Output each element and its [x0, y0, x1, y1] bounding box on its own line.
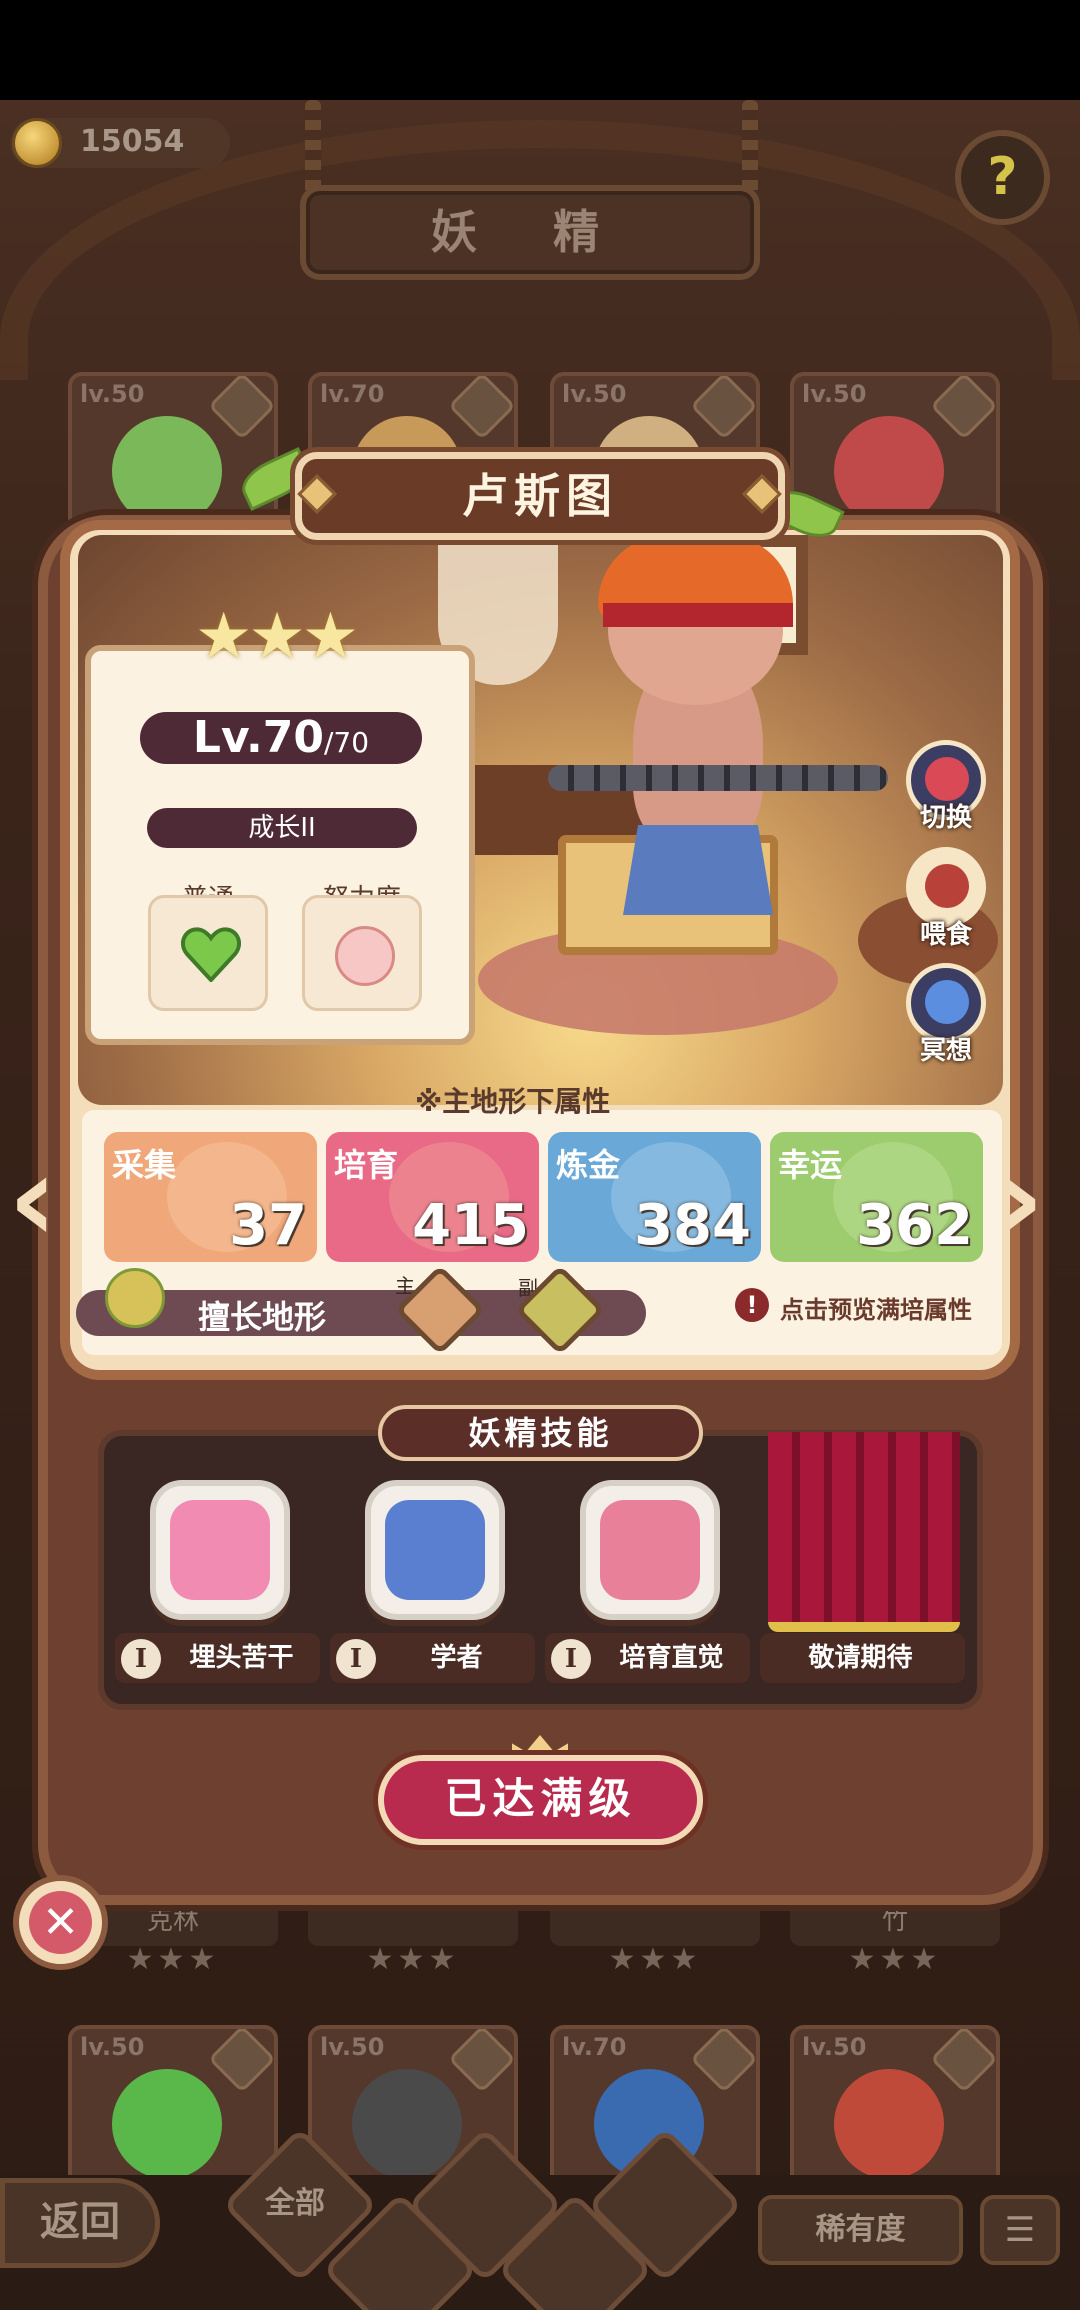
skill-name: 敬请期待 — [808, 1643, 913, 1673]
feed-label: 喂食 — [919, 920, 972, 950]
preview-full-attributes-link[interactable]: 点击预览满培属性 — [780, 1290, 972, 1325]
filter-all-label: 全部 — [265, 2186, 325, 2221]
terrain-badge-icon — [930, 2029, 996, 2093]
skill-name: 学者 — [430, 1643, 483, 1673]
attribute-value: 37 — [229, 1193, 307, 1258]
fairy-card[interactable]: lv.50 — [68, 2025, 278, 2190]
skill-name-plate[interactable]: I 埋头苦干 — [115, 1633, 320, 1683]
heart-icon — [181, 927, 241, 982]
curtain-icon — [768, 1432, 960, 1632]
fairy-portrait — [834, 416, 944, 526]
attribute-nurture: 培育 415 — [326, 1132, 539, 1262]
skill-rank: I — [336, 1639, 376, 1679]
attribute-label: 炼金 — [556, 1146, 621, 1184]
skill-icon-slot[interactable] — [150, 1480, 290, 1620]
meditate-label: 冥想 — [919, 1036, 972, 1066]
card-level: lv.50 — [80, 380, 145, 408]
fairy-name: 卢斯图 — [462, 469, 618, 523]
card-level: lv.50 — [562, 380, 627, 408]
terrain-badge-icon — [208, 2029, 274, 2093]
card-level: lv.50 — [320, 2033, 385, 2061]
crown-coin-icon — [12, 118, 62, 168]
attribute-label: 培育 — [334, 1146, 399, 1184]
type-slot[interactable] — [148, 895, 268, 1011]
close-icon: ✕ — [29, 1891, 92, 1954]
terrain-badge-icon — [690, 376, 756, 440]
character-skirt — [623, 825, 773, 915]
attribute-value: 362 — [856, 1193, 973, 1258]
card-level: lv.70 — [320, 380, 385, 408]
skill-icon-slot[interactable] — [580, 1480, 720, 1620]
attribute-value: 384 — [634, 1193, 751, 1258]
growth-stage: 成长II — [147, 808, 417, 848]
fairy-portrait — [352, 2069, 462, 2179]
attribute-gather: 采集 37 — [104, 1132, 317, 1262]
rarity-sort-button[interactable]: 稀有度 — [758, 2195, 963, 2265]
effort-slot[interactable] — [302, 895, 422, 1011]
sprout-icon — [105, 1268, 165, 1328]
skill-icon-slot[interactable] — [365, 1480, 505, 1620]
terrain-badge-icon — [448, 376, 514, 440]
switch-label: 切换 — [919, 803, 972, 833]
skill-name: 埋头苦干 — [189, 1643, 294, 1673]
skill-name-plate[interactable]: I 培育直觉 — [545, 1633, 750, 1683]
card-stars: ★★★ — [608, 1942, 702, 1977]
sort-list-icon[interactable]: ☰ — [980, 2195, 1060, 2265]
skills-title: 妖精技能 — [378, 1405, 703, 1461]
meat-icon — [925, 864, 969, 908]
attribute-value: 415 — [412, 1193, 529, 1258]
shell-icon — [385, 1500, 485, 1600]
card-stars: ★★★ — [848, 1942, 942, 1977]
skill-name-plate: 敬请期待 — [760, 1633, 965, 1683]
level-pill: Lv.70/70 — [140, 712, 422, 764]
fairy-portrait — [112, 416, 222, 526]
attribute-label: 幸运 — [778, 1146, 843, 1184]
back-label: 返回 — [40, 2199, 120, 2245]
close-button[interactable]: ✕ — [13, 1875, 108, 1970]
character-headband — [603, 603, 793, 627]
meditate-icon — [925, 980, 969, 1024]
blush-face-icon — [335, 926, 395, 986]
screen-title: 妖 精 — [430, 205, 629, 259]
card-stars: ★★★ — [366, 1942, 460, 1977]
help-button[interactable]: ? — [955, 130, 1050, 225]
fairy-name-banner: 卢斯图 — [295, 452, 785, 540]
terrain-badge-icon — [208, 376, 274, 440]
skill-name-plate[interactable]: I 学者 — [330, 1633, 535, 1683]
prev-arrow-icon[interactable]: ‹ — [8, 1140, 57, 1260]
fairy-portrait — [112, 2069, 222, 2179]
card-level: lv.50 — [80, 2033, 145, 2061]
card-level: lv.50 — [802, 380, 867, 408]
card-level: lv.50 — [802, 2033, 867, 2061]
warning-icon: ! — [735, 1288, 769, 1322]
fairy-card[interactable]: lv.50 — [790, 2025, 1000, 2190]
attribute-alchemy: 炼金 384 — [548, 1132, 761, 1262]
fairy-card[interactable]: lv.50 — [68, 372, 278, 537]
currency-amount: 15054 — [80, 124, 185, 159]
watering-can-icon — [600, 1500, 700, 1600]
sprout-question-icon: ? — [987, 147, 1018, 207]
terrain-badge-icon — [448, 2029, 514, 2093]
level-max: /70 — [324, 726, 370, 759]
terrain-label: 擅长地形 — [198, 1298, 327, 1336]
max-level-button[interactable]: 已达满级 — [378, 1755, 703, 1845]
attribute-note: ※主地形下属性 — [415, 1085, 611, 1118]
chain — [548, 765, 888, 791]
back-button[interactable]: 返回 — [0, 2178, 160, 2268]
skill-name: 培育直觉 — [619, 1643, 724, 1673]
attribute-label: 采集 — [112, 1146, 177, 1184]
skill-rank: I — [551, 1639, 591, 1679]
next-arrow-icon[interactable]: › — [995, 1140, 1044, 1260]
terrain-badge-icon — [690, 2029, 756, 2093]
rarity-stars: ★★★ — [195, 600, 359, 674]
terrain-badge-icon — [930, 376, 996, 440]
card-level: lv.70 — [562, 2033, 627, 2061]
level-value: Lv.70 — [192, 712, 324, 763]
attribute-luck: 幸运 362 — [770, 1132, 983, 1262]
fairy-portrait — [834, 2069, 944, 2179]
switch-icon — [925, 757, 969, 801]
skill-rank: I — [121, 1639, 161, 1679]
angry-face-icon — [170, 1500, 270, 1600]
screen-title-plate: 妖 精 — [300, 185, 760, 280]
